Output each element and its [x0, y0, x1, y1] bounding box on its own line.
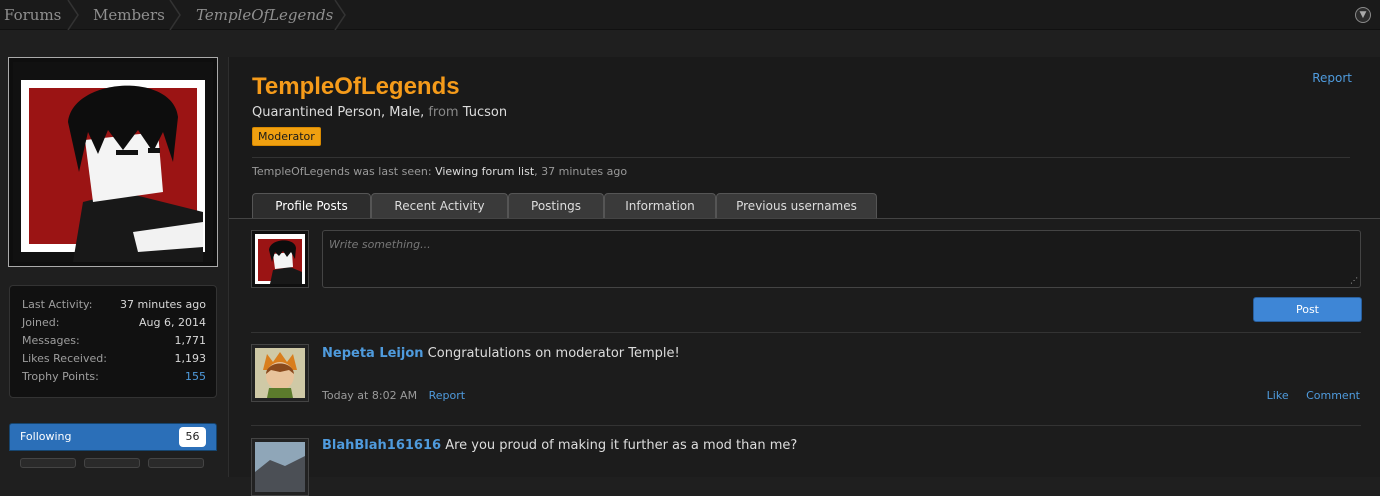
stat-value: Aug 6, 2014: [139, 316, 206, 329]
post-comment-link[interactable]: Comment: [1306, 389, 1360, 402]
stat-last-activity: Last Activity: 37 minutes ago: [22, 298, 206, 311]
stat-trophy-points: Trophy Points: 155: [22, 370, 206, 383]
breadcrumb-separator-icon: [334, 0, 346, 30]
tab-profile-posts[interactable]: Profile Posts: [252, 193, 371, 218]
resize-grip-icon[interactable]: ⋰: [1350, 277, 1358, 285]
following-count-badge: 56: [179, 427, 206, 447]
divider: [252, 157, 1350, 158]
stat-label: Messages:: [22, 334, 80, 347]
stat-label: Last Activity:: [22, 298, 93, 311]
profile-avatar[interactable]: [8, 57, 218, 267]
tab-postings[interactable]: Postings: [508, 193, 604, 218]
stat-label: Trophy Points:: [22, 370, 99, 383]
last-seen-time: 37 minutes ago: [541, 165, 628, 178]
post-actions: Like Comment: [1253, 389, 1360, 402]
member-stats: Last Activity: 37 minutes ago Joined: Au…: [9, 285, 217, 398]
breadcrumb-forums[interactable]: Forums: [4, 0, 61, 30]
profile-post-input[interactable]: Write something... ⋰: [322, 230, 1361, 288]
last-seen-prefix: TempleOfLegends was last seen:: [252, 165, 432, 178]
breadcrumb: Forums Members TempleOfLegends ▼: [0, 0, 1380, 30]
stat-value: 1,193: [174, 352, 207, 365]
from-label: from: [428, 105, 459, 120]
stat-likes-received: Likes Received: 1,193: [22, 352, 206, 365]
post-message: Congratulations on moderator Temple!: [427, 346, 680, 361]
profile-header: TempleOfLegends Quarantined Person, Male…: [229, 57, 1380, 219]
post-message: Are you proud of making it further as a …: [445, 438, 798, 453]
post-body: Nepeta Leijon Congratulations on moderat…: [322, 346, 680, 361]
profile-user-info: Quarantined Person, Male, from Tucson: [252, 105, 508, 120]
last-seen-activity-link[interactable]: Viewing forum list: [435, 165, 534, 178]
post-like-link[interactable]: Like: [1267, 389, 1289, 402]
gender: Male: [389, 105, 421, 120]
post-time[interactable]: Today at 8:02 AM: [322, 389, 417, 402]
tab-underline: [229, 218, 1380, 219]
tab-previous-usernames[interactable]: Previous usernames: [716, 193, 877, 218]
following-label: Following: [20, 430, 72, 443]
post-body: BlahBlah161616 Are you proud of making i…: [322, 438, 797, 453]
composer-avatar[interactable]: [251, 230, 309, 288]
following-avatar[interactable]: [148, 458, 204, 468]
divider: [251, 425, 1361, 426]
moderator-banner: Moderator: [252, 127, 321, 146]
last-seen: TempleOfLegends was last seen: Viewing f…: [252, 165, 628, 178]
divider: [251, 332, 1361, 333]
trophy-points-link[interactable]: 155: [185, 370, 206, 383]
tab-information[interactable]: Information: [604, 193, 716, 218]
following-header[interactable]: Following 56: [9, 423, 217, 451]
profile-main: TempleOfLegends Quarantined Person, Male…: [228, 57, 1380, 496]
breadcrumb-separator-icon: [67, 0, 79, 30]
breadcrumb-members[interactable]: Members: [93, 0, 165, 30]
post-report-link[interactable]: Report: [429, 389, 465, 402]
following-avatar[interactable]: [84, 458, 140, 468]
stat-joined: Joined: Aug 6, 2014: [22, 316, 206, 329]
report-profile-link[interactable]: Report: [1312, 71, 1352, 85]
breadcrumb-current-user[interactable]: TempleOfLegends: [196, 0, 333, 30]
following-avatar[interactable]: [20, 458, 76, 468]
stat-label: Joined:: [22, 316, 60, 329]
post-button[interactable]: Post: [1253, 297, 1362, 322]
tab-recent-activity[interactable]: Recent Activity: [371, 193, 508, 218]
post-author-avatar[interactable]: [251, 438, 309, 496]
profile-username: TempleOfLegends: [252, 73, 460, 100]
location-link[interactable]: Tucson: [463, 105, 507, 120]
stat-label: Likes Received:: [22, 352, 107, 365]
avatar-image: [13, 62, 213, 262]
stat-messages: Messages: 1,771: [22, 334, 206, 347]
avatar-image: [255, 442, 305, 492]
stat-value: 37 minutes ago: [120, 298, 206, 311]
post-author-avatar[interactable]: [251, 344, 309, 402]
composer-placeholder: Write something...: [329, 238, 431, 251]
stat-value: 1,771: [174, 334, 207, 347]
post-meta: Today at 8:02 AM Report: [322, 389, 465, 402]
custom-title: Quarantined Person: [252, 105, 382, 120]
avatar-image: [255, 348, 305, 398]
post-author-link[interactable]: BlahBlah161616: [322, 438, 441, 453]
breadcrumb-separator-icon: [169, 0, 181, 30]
post-author-link[interactable]: Nepeta Leijon: [322, 346, 424, 361]
circle-chevron-down-icon[interactable]: ▼: [1355, 7, 1371, 23]
avatar-image: [255, 234, 305, 284]
